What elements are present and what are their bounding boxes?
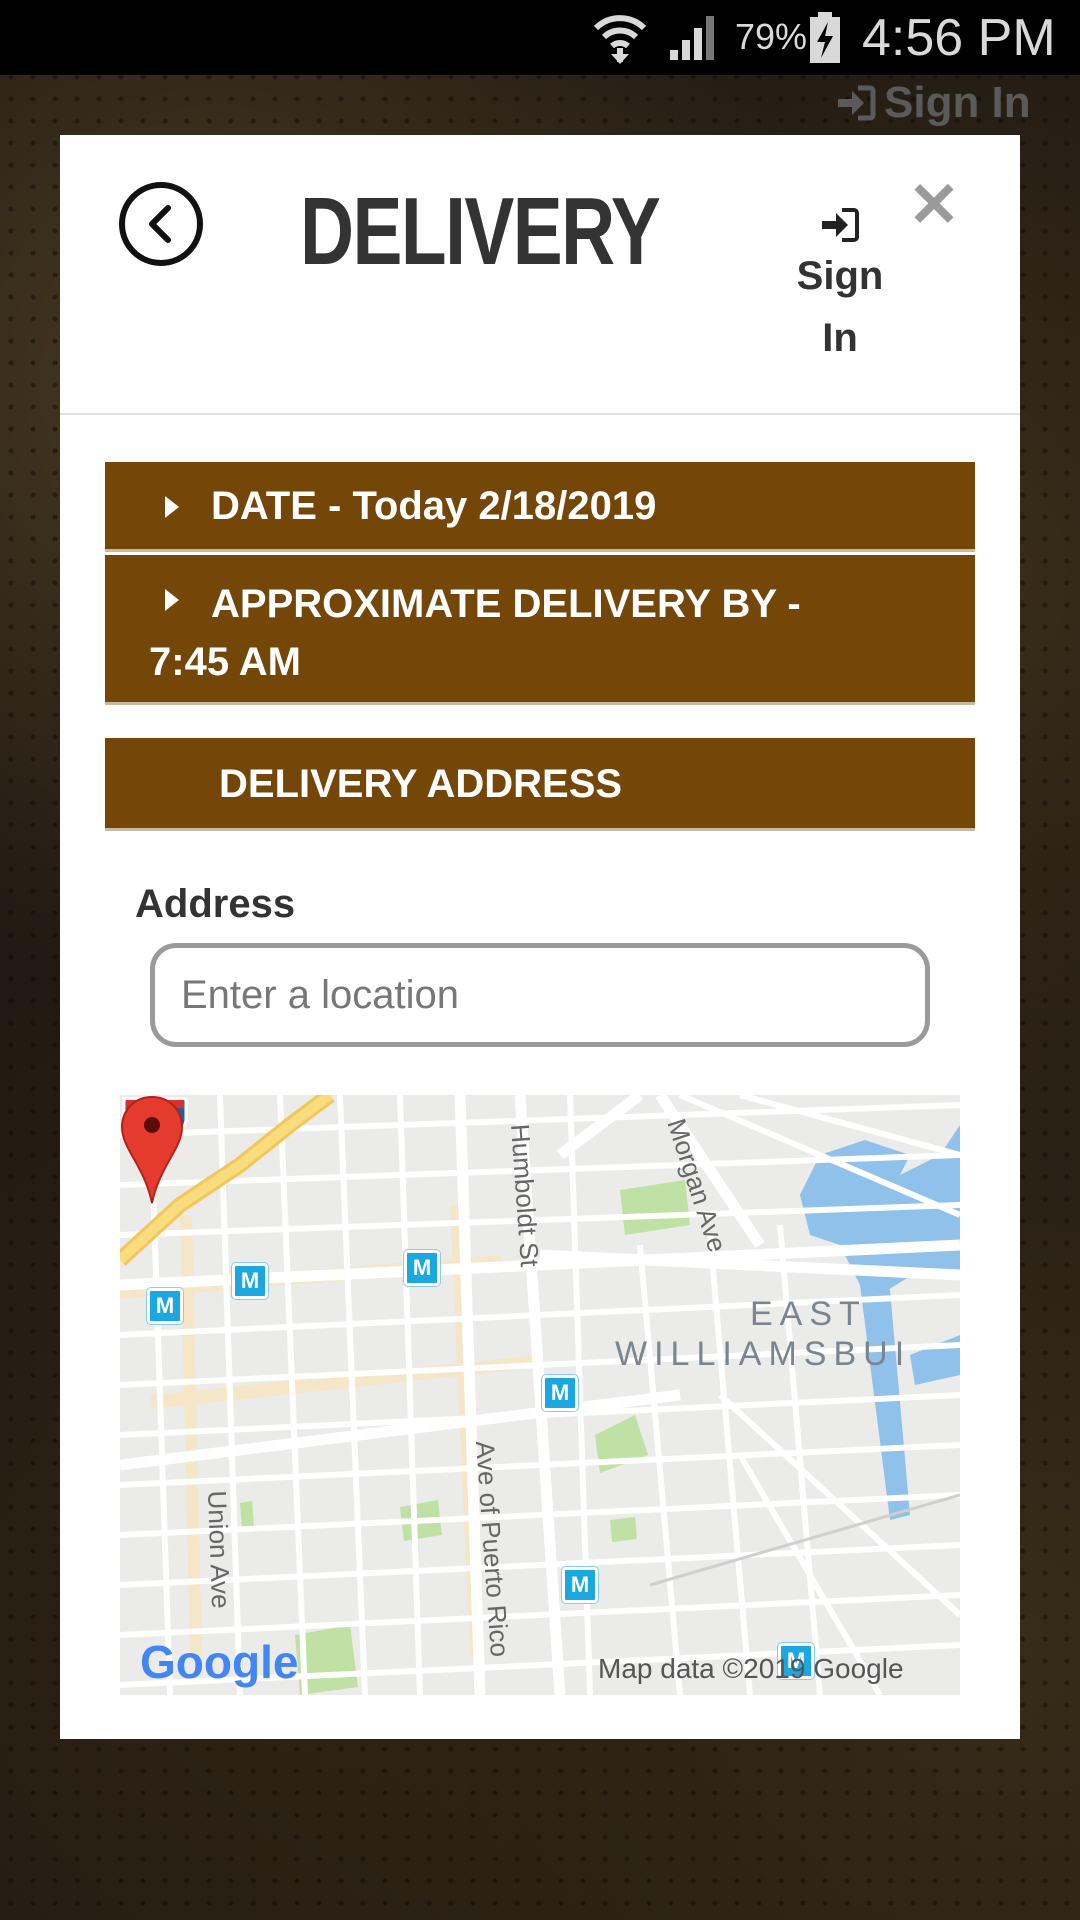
map-attribution[interactable]: Map data ©2019 Google [598, 1653, 904, 1685]
header-divider [60, 413, 1020, 415]
back-button[interactable] [119, 182, 203, 266]
delivery-address-header-label: DELIVERY ADDRESS [219, 762, 623, 806]
location-pin-icon [120, 1095, 184, 1204]
sign-in-label-line2: In [822, 316, 858, 360]
caret-right-icon [165, 496, 179, 518]
delivery-address-header: DELIVERY ADDRESS [105, 738, 975, 831]
page-title: DELIVERY [300, 178, 661, 285]
delivery-time-label: APPROXIMATE DELIVERY BY - 7:45 AM [149, 575, 929, 691]
metro-icon: M [542, 1375, 578, 1411]
metro-icon: M [147, 1288, 183, 1324]
metro-icon: M [562, 1567, 598, 1603]
status-bar: 79% 4:56 PM [0, 0, 1080, 75]
battery-percent: 79% [735, 16, 808, 57]
map-canvas [120, 1095, 960, 1695]
neighborhood-label: EAST [750, 1295, 867, 1333]
delivery-time-label-line1: APPROXIMATE DELIVERY BY - [211, 582, 801, 626]
map[interactable]: 278 M M M M M M Humboldt St Morgan Ave U… [120, 1095, 960, 1695]
sign-in-label-line1: Sign [796, 254, 884, 298]
address-label: Address [135, 882, 296, 926]
delivery-time-accordion[interactable]: APPROXIMATE DELIVERY BY - 7:45 AM [105, 555, 975, 705]
sign-in-button[interactable]: Sign In [770, 207, 910, 369]
google-logo: Google [140, 1635, 298, 1689]
google-logo-text: Google [140, 1636, 299, 1688]
metro-icon: M [232, 1263, 268, 1299]
cell-signal-icon [670, 16, 714, 60]
date-accordion-label: DATE - Today 2/18/2019 [211, 484, 657, 528]
delivery-modal: DELIVERY Sign In ✕ DATE - Today 2/18/201… [60, 135, 1020, 1739]
battery-charging-icon [810, 12, 840, 63]
neighborhood-label: WILLIAMSBUI [615, 1335, 912, 1373]
metro-icon: M [404, 1250, 440, 1286]
date-accordion[interactable]: DATE - Today 2/18/2019 [105, 462, 975, 552]
sign-in-icon [822, 208, 859, 242]
clock: 4:56 PM [862, 9, 1056, 67]
address-input[interactable] [150, 943, 930, 1047]
background-sign-in-link: Sign In [836, 78, 1031, 128]
delivery-time-label-line2: 7:45 AM [149, 640, 301, 684]
sign-in-icon [838, 85, 876, 121]
street-label: Union Ave [202, 1490, 237, 1610]
wifi-icon [593, 15, 647, 64]
close-button[interactable]: ✕ [908, 175, 960, 237]
background-sign-in-label: Sign In [884, 78, 1031, 127]
chevron-left-icon [149, 205, 171, 243]
